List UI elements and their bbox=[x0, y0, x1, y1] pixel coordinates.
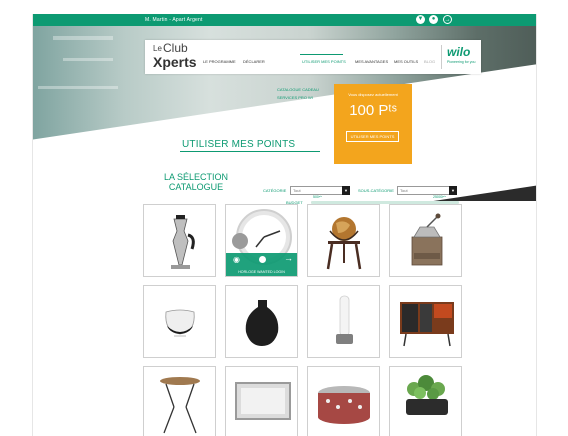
logo-xperts: Xperts bbox=[153, 54, 197, 70]
wine-glass-icon bbox=[165, 309, 195, 337]
product-card[interactable] bbox=[389, 204, 462, 277]
main-navigation: Le Club Xperts LE PROGRAMME DÉCLARER UTI… bbox=[145, 40, 481, 74]
product-card[interactable] bbox=[225, 366, 298, 436]
chevron-down-icon: ▼ bbox=[449, 186, 457, 195]
nav-active-underline bbox=[300, 54, 343, 55]
coffee-grinder-icon bbox=[411, 213, 443, 266]
nav-dropdown: CATALOGUE CADEAU SERVICES PRO WI bbox=[277, 86, 319, 102]
category-label: CATÉGORIE bbox=[263, 188, 287, 193]
section-title-underline bbox=[180, 151, 320, 152]
pouf-icon bbox=[318, 386, 370, 424]
product-card[interactable] bbox=[143, 204, 216, 277]
nav-utiliser-points[interactable]: UTILISER MES POINTS bbox=[302, 59, 346, 64]
category-value: Tout bbox=[293, 188, 301, 193]
product-card[interactable] bbox=[389, 366, 462, 436]
use-points-button[interactable]: UTILISER MES POINTS bbox=[346, 131, 399, 142]
product-card[interactable] bbox=[225, 285, 298, 358]
dropdown-item-catalogue[interactable]: CATALOGUE CADEAU bbox=[277, 86, 319, 94]
product-card[interactable] bbox=[307, 285, 380, 358]
dropdown-item-services[interactable]: SERVICES PRO WI bbox=[277, 94, 319, 102]
cart-icon[interactable]: ▼ bbox=[416, 15, 425, 24]
nav-outils[interactable]: MES OUTILS bbox=[394, 59, 418, 64]
logout-icon[interactable]: → bbox=[443, 15, 452, 24]
points-value: 100 Pᵗˢ bbox=[349, 102, 397, 119]
mirror-icon bbox=[235, 382, 291, 420]
nav-blog[interactable]: BLOG bbox=[424, 59, 435, 64]
vase-icon bbox=[245, 300, 279, 346]
budget-min: 500ᵖᵗˢ bbox=[313, 195, 323, 199]
top-bar: M. Martin - Apart Argent ▼ ● → bbox=[33, 14, 536, 26]
product-hover-overlay: ◉ → HORLOGE WANTED LOGIN bbox=[226, 253, 297, 276]
points-box: Vous disposez actuellement 100 Pᵗˢ UTILI… bbox=[334, 84, 412, 164]
budget-max: 25000ᵖᵗˢ bbox=[433, 195, 447, 199]
coffee-maker-icon bbox=[171, 215, 195, 269]
arrow-right-icon[interactable]: → bbox=[284, 253, 293, 263]
chevron-down-icon: ▼ bbox=[342, 186, 350, 195]
catalog-title: LA SÉLECTION CATALOGUE bbox=[163, 172, 229, 192]
product-hover-label: HORLOGE WANTED LOGIN bbox=[238, 270, 285, 274]
favorite-icon[interactable] bbox=[259, 256, 266, 263]
wilo-brand: wilo bbox=[447, 45, 471, 59]
product-card[interactable]: ◉ → HORLOGE WANTED LOGIN bbox=[225, 204, 298, 277]
side-table-icon bbox=[160, 377, 200, 434]
product-card[interactable] bbox=[307, 204, 380, 277]
logo-club: Club bbox=[163, 41, 188, 55]
wilo-tagline: Pioneering for you bbox=[447, 60, 476, 64]
globe-icon bbox=[326, 217, 362, 270]
product-card[interactable] bbox=[307, 366, 380, 436]
nav-declarer[interactable]: DÉCLARER bbox=[243, 59, 265, 64]
user-icon[interactable]: ● bbox=[429, 15, 438, 24]
eye-icon[interactable]: ◉ bbox=[233, 255, 240, 264]
wilo-logo[interactable]: wilo Pioneering for you bbox=[441, 45, 481, 69]
section-title: UTILISER MES POINTS bbox=[182, 139, 296, 150]
logo-le: Le bbox=[153, 44, 162, 53]
air-purifier-icon bbox=[336, 295, 353, 344]
subcategory-value: Tout bbox=[400, 188, 408, 193]
subcategory-label: SOUS-CATÉGORIE bbox=[358, 188, 394, 193]
planter-icon bbox=[406, 375, 448, 415]
points-label: Vous disposez actuellement bbox=[348, 92, 398, 97]
user-name: M. Martin - Apart Argent bbox=[145, 17, 203, 23]
cabinet-icon bbox=[400, 302, 454, 347]
category-select[interactable]: Tout ▼ bbox=[290, 186, 350, 195]
product-card[interactable] bbox=[389, 285, 462, 358]
page-frame: M. Martin - Apart Argent ▼ ● → Le Club X… bbox=[32, 14, 537, 436]
nav-programme[interactable]: LE PROGRAMME bbox=[203, 59, 236, 64]
subcategory-select[interactable]: Tout ▼ bbox=[397, 186, 457, 195]
nav-avantages[interactable]: MES AVANTAGES bbox=[355, 59, 388, 64]
product-card[interactable] bbox=[143, 366, 216, 436]
product-card[interactable] bbox=[143, 285, 216, 358]
